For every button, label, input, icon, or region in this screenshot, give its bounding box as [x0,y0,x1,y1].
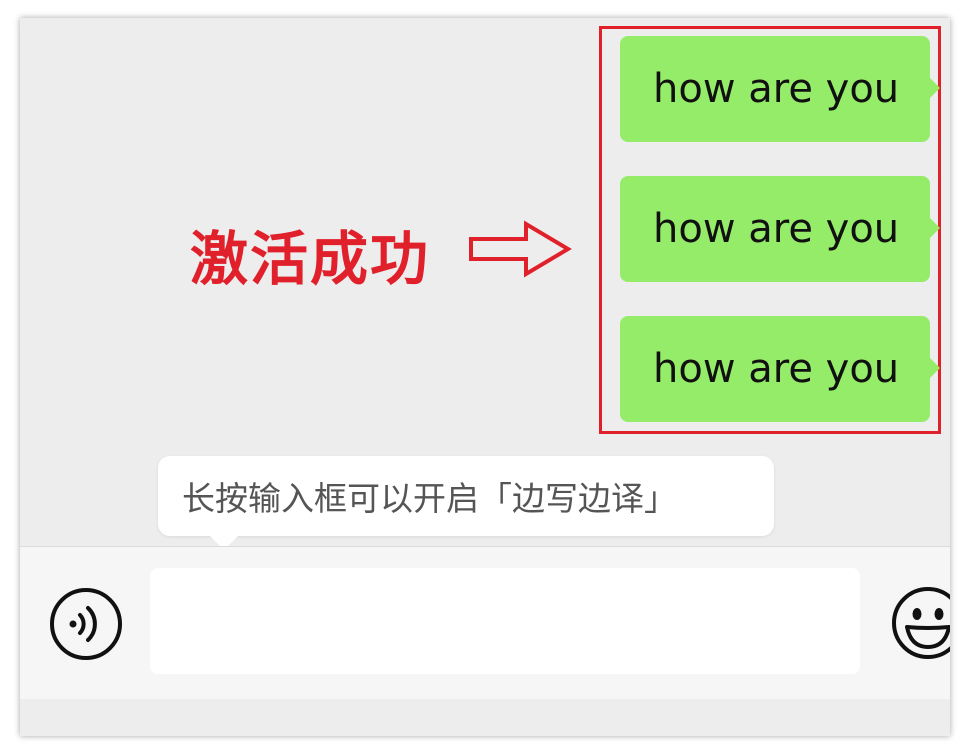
arrow-right-icon [469,220,572,278]
chat-window: how are you how are you how are you 激活成功… [20,18,950,736]
message-text: how are you [653,206,900,252]
translate-tip-text: 长按输入框可以开启「边写边译」 [182,479,677,518]
message-bubble[interactable]: how are you [620,316,940,422]
message-text: how are you [653,346,900,392]
emoji-icon [892,587,950,659]
input-bar [20,546,950,699]
message-text: how are you [653,66,900,112]
activation-annotation: 激活成功 [190,225,431,293]
emoji-button[interactable] [890,585,950,665]
message-input[interactable] [150,568,860,674]
message-bubble[interactable]: how are you [620,176,940,282]
voice-icon [50,588,122,660]
translate-tip: 长按输入框可以开启「边写边译」 [158,456,774,550]
message-list: how are you how are you how are you 激活成功… [20,18,950,550]
voice-button[interactable] [48,586,124,666]
message-bubble[interactable]: how are you [620,36,940,142]
